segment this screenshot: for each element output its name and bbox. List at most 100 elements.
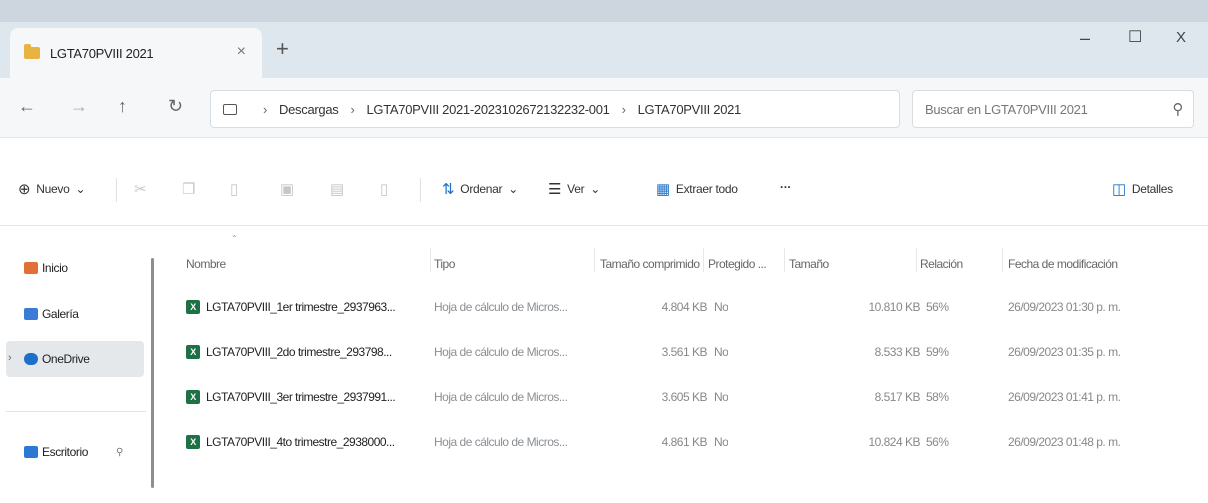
file-compressed-size: 4.861 KB [661, 435, 707, 449]
sidebar-item-inicio[interactable]: Inicio [0, 250, 146, 286]
sort-label: Ordenar [460, 182, 503, 196]
extract-icon: ▦ [656, 181, 670, 198]
search-icon: ⚲ [1172, 101, 1183, 118]
new-tab-button[interactable]: + [276, 38, 289, 60]
table-row[interactable]: X LGTA70PVIII_4to trimestre_2938000... Ho… [170, 425, 1200, 461]
gallery-icon [24, 308, 38, 320]
cloud-icon [24, 353, 38, 365]
scissors-icon: ✂ [134, 181, 147, 198]
divider [420, 178, 421, 202]
table-row[interactable]: X LGTA70PVIII_3er trimestre_2937991... Ho… [170, 380, 1200, 416]
up-button[interactable]: ↑ [118, 96, 127, 116]
table-row[interactable]: X LGTA70PVIII_1er trimestre_2937963... Ho… [170, 290, 1200, 326]
paste-button[interactable]: ▯ [230, 180, 238, 198]
search-placeholder: Buscar en LGTA70PVIII 2021 [925, 101, 1088, 117]
close-button[interactable]: X [1176, 28, 1186, 48]
delete-button[interactable]: ▯ [380, 180, 388, 198]
tab-title: LGTA70PVIII 2021 [50, 45, 154, 61]
forward-button[interactable]: → [70, 96, 88, 116]
sort-icon: ⇅ [442, 181, 455, 198]
file-type: Hoja de cálculo de Micros... [434, 345, 568, 359]
divider[interactable] [1002, 248, 1003, 272]
share-icon: ▤ [330, 181, 344, 198]
rename-button[interactable]: ▣ [280, 180, 294, 198]
file-size: 8.533 KB [874, 345, 920, 359]
sidebar-item-onedrive[interactable]: OneDrive [6, 341, 144, 377]
new-label: Nuevo [36, 182, 70, 196]
view-button[interactable]: ☰ Ver ⌄ [548, 180, 600, 198]
divider[interactable] [916, 248, 917, 272]
file-size: 10.810 KB [868, 300, 920, 314]
new-button[interactable]: ⊕ Nuevo ⌄ [18, 180, 86, 198]
maximize-button[interactable]: ☐ [1128, 28, 1142, 48]
table-row[interactable]: X LGTA70PVIII_2do trimestre_293798... Hoj… [170, 335, 1200, 371]
file-name-text: LGTA70PVIII_2do trimestre_293798... [206, 345, 392, 359]
desktop-icon [24, 446, 38, 458]
chevron-down-icon: ⌄ [590, 182, 601, 196]
column-header-name[interactable]: Nombre [186, 257, 226, 271]
trash-icon: ▯ [380, 181, 388, 198]
divider[interactable] [430, 248, 431, 272]
divider[interactable] [784, 248, 785, 272]
file-name-text: LGTA70PVIII_1er trimestre_2937963... [206, 300, 396, 314]
extract-all-button[interactable]: ▦ Extraer todo [656, 180, 738, 198]
home-icon [24, 262, 38, 274]
file-compressed-size: 3.561 KB [661, 345, 707, 359]
refresh-button[interactable]: ↻ [168, 96, 183, 116]
breadcrumb-item-zip[interactable]: LGTA70PVIII 2021-20231026721322​32-001 [367, 102, 610, 117]
folder-icon [24, 44, 40, 59]
file-date: 26/09/2023 01:30 p. m. [1008, 300, 1121, 314]
file-date: 26/09/2023 01:35 p. m. [1008, 345, 1121, 359]
sidebar-item-escritorio[interactable]: Escritorio ⚲ [0, 434, 146, 470]
tab-close-button[interactable]: × [237, 43, 246, 61]
back-button[interactable]: ← [18, 96, 36, 116]
divider[interactable] [594, 248, 595, 272]
details-label: Detalles [1131, 182, 1173, 196]
column-header-protected[interactable]: Protegido ... [708, 257, 767, 271]
column-header-compressed-size[interactable]: Tamaño comprimido [600, 257, 700, 271]
file-protected: No [714, 390, 729, 404]
this-pc-icon [223, 103, 237, 115]
pin-icon[interactable]: ⚲ [116, 447, 123, 458]
sort-button[interactable]: ⇅ Ordenar ⌄ [442, 180, 518, 198]
search-input[interactable]: Buscar en LGTA70PVIII 2021 ⚲ [912, 90, 1194, 128]
sidebar-item-label: Inicio [42, 261, 68, 275]
file-ratio: 56% [926, 435, 949, 449]
column-header-date[interactable]: Fecha de modificación [1008, 257, 1118, 271]
breadcrumb-item-current[interactable]: LGTA70PVIII 2021 [638, 102, 742, 117]
more-options-button[interactable]: ··· [780, 180, 791, 194]
plus-circle-icon: ⊕ [18, 181, 31, 198]
sidebar-item-label: OneDrive [42, 352, 90, 366]
view-icon: ☰ [548, 181, 562, 198]
excel-file-icon: X [186, 345, 200, 359]
address-field[interactable]: › Descargas › LGTA70PVIII 2021-202310267… [210, 90, 900, 128]
breadcrumb-item-descargas[interactable]: Descargas [279, 102, 339, 117]
share-button[interactable]: ▤ [330, 180, 344, 198]
file-name-text: LGTA70PVIII_3er trimestre_2937991... [206, 390, 396, 404]
tab-active[interactable]: LGTA70PVIII 2021 × [10, 28, 262, 78]
column-header-ratio[interactable]: Relación [920, 257, 963, 271]
copy-button[interactable]: ❐ [182, 180, 195, 198]
chevron-right-icon[interactable]: › [8, 352, 12, 364]
file-ratio: 59% [926, 345, 949, 359]
column-header-size[interactable]: Tamaño [789, 257, 829, 271]
file-name: X LGTA70PVIII_2do trimestre_293798... [186, 345, 431, 359]
copy-icon: ❐ [182, 181, 196, 198]
chevron-down-icon: ⌄ [75, 182, 86, 196]
file-ratio: 58% [926, 390, 949, 404]
file-protected: No [714, 345, 729, 359]
sidebar-scrollbar[interactable] [151, 258, 154, 488]
file-ratio: 56% [926, 300, 949, 314]
details-button[interactable]: ◫ Detalles [1112, 180, 1173, 198]
minimize-button[interactable]: – [1080, 28, 1090, 48]
chevron-down-icon: ⌄ [508, 182, 518, 196]
file-size: 10.824 KB [868, 435, 920, 449]
divider[interactable] [703, 248, 704, 272]
column-header-type[interactable]: Tipo [434, 257, 455, 271]
file-protected: No [714, 435, 729, 449]
excel-file-icon: X [186, 435, 200, 449]
sidebar-item-galeria[interactable]: Galería [0, 296, 146, 332]
file-size: 8.517 KB [874, 390, 920, 404]
cut-button[interactable]: ✂ [134, 180, 147, 198]
sort-indicator-icon: ⌃ [231, 234, 238, 243]
